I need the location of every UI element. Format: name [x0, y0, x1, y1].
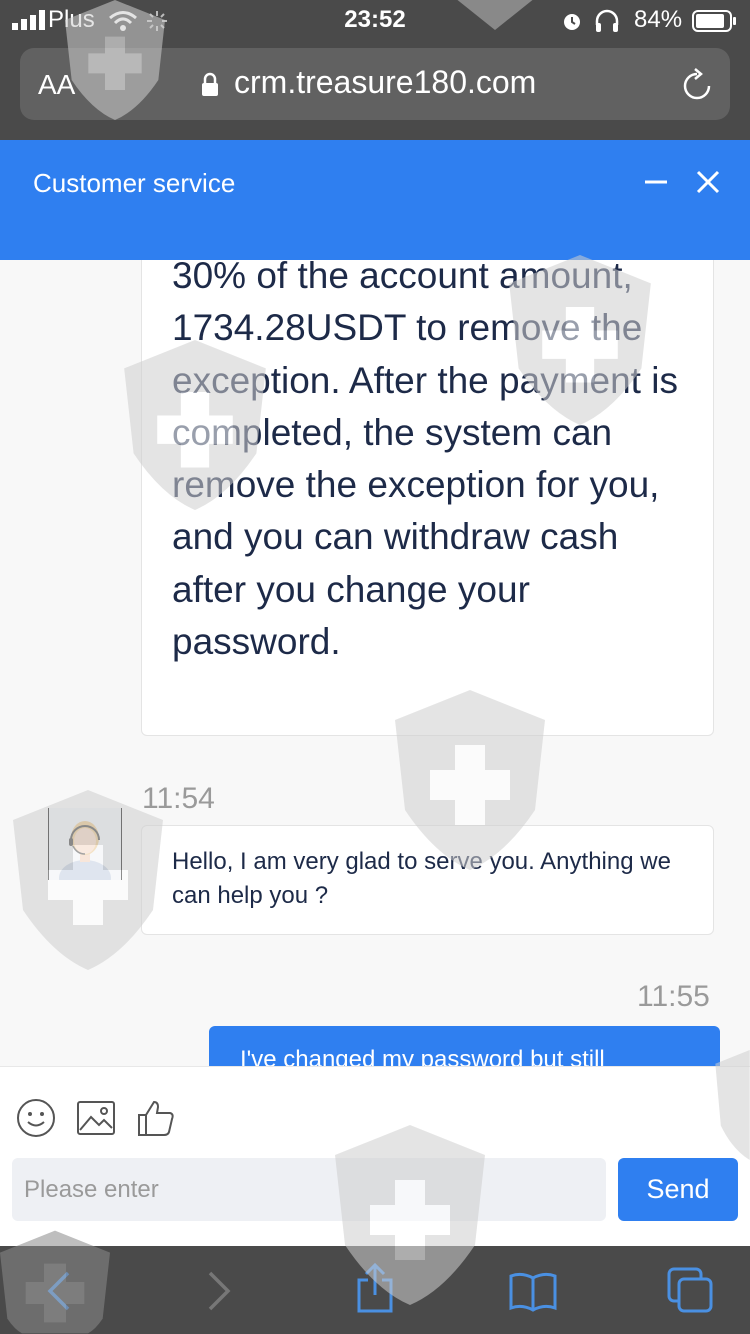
image-icon[interactable] — [76, 1100, 116, 1136]
back-icon[interactable] — [44, 1270, 74, 1312]
agent-avatar — [48, 808, 122, 880]
text-size-button[interactable]: AA — [38, 69, 75, 101]
message-input[interactable] — [12, 1158, 606, 1221]
battery-percent: 84% — [634, 6, 683, 33]
battery-icon — [692, 10, 736, 32]
share-icon[interactable] — [354, 1262, 396, 1314]
chat-messages[interactable]: 30% of the account amount, 1734.28USDT t… — [0, 260, 750, 1066]
emoji-icon[interactable] — [16, 1098, 56, 1138]
forward-icon[interactable] — [204, 1270, 234, 1312]
reload-icon[interactable] — [680, 66, 714, 104]
lock-icon — [202, 72, 218, 96]
headphones-icon — [595, 9, 619, 32]
chat-title: Customer service — [33, 168, 236, 198]
agent-message-text: 30% of the account amount, 1734.28USDT t… — [172, 260, 678, 663]
tabs-icon[interactable] — [666, 1266, 714, 1314]
bookmarks-icon[interactable] — [508, 1270, 558, 1312]
user-message-text: I've changed my password but still — [240, 1046, 605, 1066]
send-button[interactable]: Send — [618, 1158, 738, 1221]
chat-header — [0, 140, 750, 260]
agent-greeting-text: Hello, I am very glad to serve you. Anyt… — [172, 848, 671, 909]
message-timestamp: 11:55 — [637, 980, 710, 1013]
message-timestamp: 11:54 — [142, 782, 215, 815]
alarm-icon — [564, 14, 580, 30]
close-icon[interactable] — [695, 169, 721, 195]
thumbs-up-icon[interactable] — [136, 1098, 176, 1138]
minimize-icon[interactable] — [644, 168, 668, 196]
url-text[interactable]: crm.treasure180.com — [234, 64, 536, 101]
